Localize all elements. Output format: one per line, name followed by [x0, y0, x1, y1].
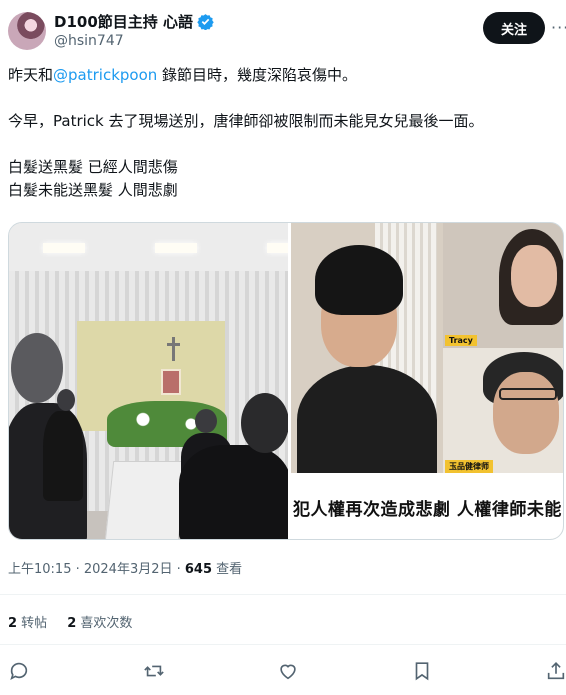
cross-icon [166, 337, 180, 361]
author-name-row[interactable]: D100節目主持 心語 [54, 11, 214, 32]
memorial-portrait [161, 369, 181, 395]
tweet-line-3: 白髮送黑髮 已經人間悲傷 [8, 158, 178, 176]
share-icon[interactable] [545, 660, 566, 684]
verified-badge-icon [197, 14, 214, 30]
video-caption-text: 犯人權再次造成悲劇 人權律師未能 [293, 499, 562, 520]
video-call-frame[interactable]: Tracy 玉品健律师 犯人權再次造成悲劇 人權律師未能 [291, 223, 563, 539]
coffin [104, 461, 188, 539]
tweet-timestamp[interactable]: 上午10:15 · 2024年3月2日 · [8, 562, 185, 577]
author-handle[interactable]: @hsin747 [54, 33, 124, 49]
views-label: 查看 [212, 562, 243, 577]
reposts-label: 转帖 [17, 616, 48, 631]
tweet-header: D100節目主持 心語 @hsin747 关注 ··· [0, 0, 566, 60]
tweet-stats: 2 转帖 2 喜欢次数 [8, 612, 132, 631]
funeral-photo[interactable] [9, 223, 288, 539]
like-icon[interactable] [277, 660, 301, 684]
repost-icon[interactable] [143, 660, 167, 684]
speaker-inset-top: Tracy [443, 223, 563, 348]
tweet-text: 昨天和@patrickpoon 錄節目時，幾度深陷哀傷中。 今早，Patrick… [8, 64, 558, 202]
more-options-icon[interactable]: ··· [551, 18, 566, 37]
tweet-media: Tracy 玉品健律师 犯人權再次造成悲劇 人權律師未能 [8, 222, 564, 540]
action-bar [0, 654, 566, 690]
author-display-name[interactable]: D100節目主持 心語 [54, 11, 193, 32]
tweet-line-4: 白髮未能送黑髮 人間悲劇 [8, 181, 178, 199]
likes-label: 喜欢次数 [76, 616, 133, 631]
views-count: 645 [184, 562, 213, 577]
bookmark-icon[interactable] [411, 660, 435, 684]
video-caption: 犯人權再次造成悲劇 人權律師未能 [291, 473, 563, 539]
tweet-line-2: 今早，Patrick 去了現場送別，唐律師卻被限制而未能見女兒最後一面。 [8, 112, 484, 130]
divider [0, 644, 566, 645]
speaker-tag-top: Tracy [445, 335, 477, 346]
avatar[interactable] [8, 12, 46, 50]
reply-icon[interactable] [8, 660, 32, 684]
tweet-line-1: 昨天和@patrickpoon 錄節目時，幾度深陷哀傷中。 [8, 64, 558, 87]
likes-stat[interactable]: 2 喜欢次数 [67, 612, 132, 631]
speaker-main [297, 245, 437, 475]
speaker-tag-bottom: 玉品健律师 [445, 460, 493, 473]
tweet-line-1-prefix: 昨天和 [8, 66, 54, 84]
tweet-meta: 上午10:15 · 2024年3月2日 · 645 查看 [8, 558, 242, 577]
tweet-line-1-suffix: 錄節目時，幾度深陷哀傷中。 [157, 66, 358, 84]
reposts-count: 2 [8, 616, 18, 631]
reposts-stat[interactable]: 2 转帖 [8, 612, 47, 631]
speaker-inset-bottom: 玉品健律师 [443, 348, 563, 473]
follow-button[interactable]: 关注 [483, 12, 545, 44]
mention-link[interactable]: @patrickpoon [53, 66, 157, 84]
likes-count: 2 [67, 616, 77, 631]
divider [0, 594, 566, 595]
